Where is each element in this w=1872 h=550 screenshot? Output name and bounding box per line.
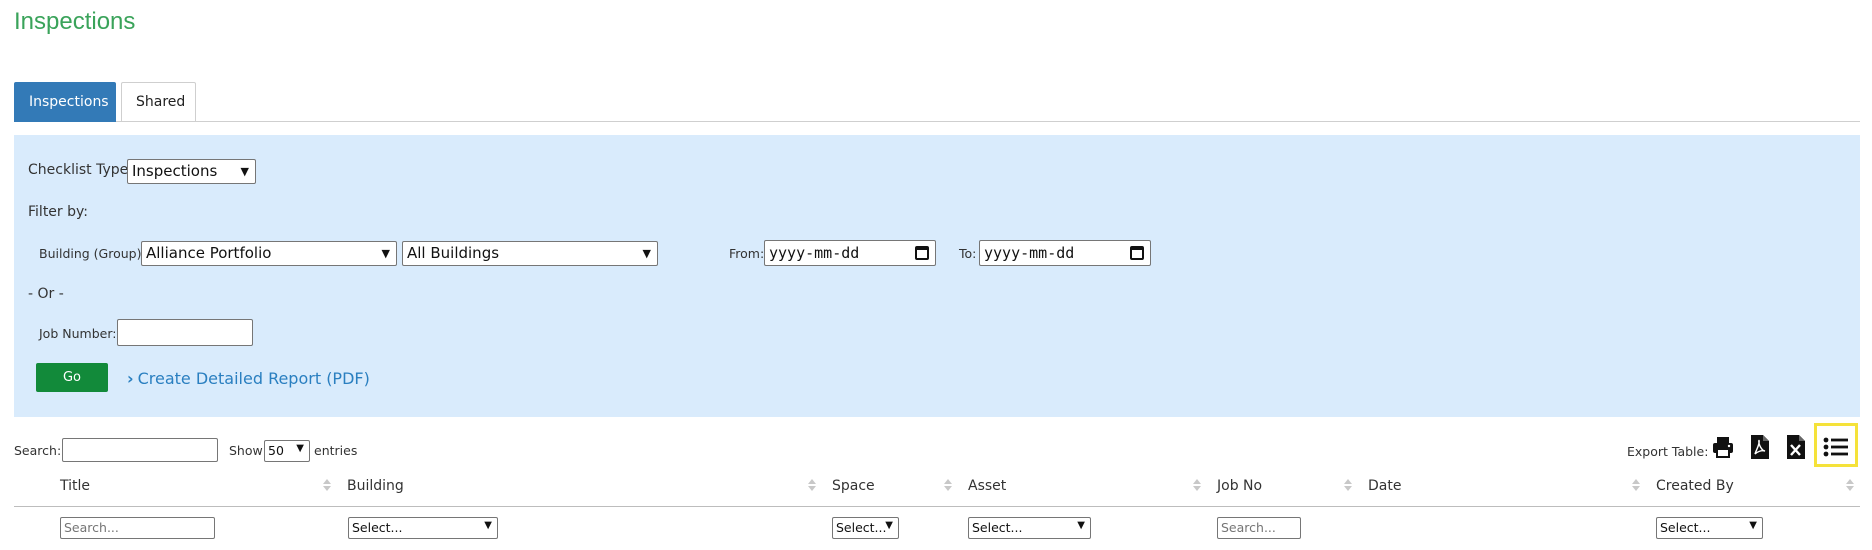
table-header-divider bbox=[14, 506, 1860, 507]
column-list-icon[interactable] bbox=[1823, 432, 1849, 462]
job-number-input[interactable] bbox=[117, 319, 253, 346]
show-label: Show bbox=[229, 443, 263, 458]
building-value: All Buildings bbox=[407, 244, 500, 262]
calendar-icon[interactable] bbox=[915, 246, 929, 260]
tab-bar: Inspections Shared bbox=[14, 82, 1860, 122]
asset-filter-value: Select... bbox=[972, 520, 1023, 535]
column-header-building[interactable]: Building bbox=[347, 478, 404, 494]
column-header-asset[interactable]: Asset bbox=[968, 478, 1006, 494]
building-select[interactable]: All Buildings ▼ bbox=[402, 241, 658, 266]
to-date-placeholder: yyyy-mm-dd bbox=[984, 244, 1075, 262]
table-search-input[interactable] bbox=[62, 438, 218, 462]
export-table-label: Export Table: bbox=[1627, 444, 1709, 459]
sort-icon[interactable] bbox=[1846, 478, 1854, 492]
tab-inspections[interactable]: Inspections bbox=[14, 82, 116, 122]
space-filter-select[interactable]: Select... ▼ bbox=[832, 517, 899, 539]
title-search-placeholder: Search... bbox=[64, 520, 119, 535]
space-filter-value: Select... bbox=[836, 520, 887, 535]
sort-icon[interactable] bbox=[944, 478, 952, 492]
calendar-icon[interactable] bbox=[1130, 246, 1144, 260]
go-button[interactable]: Go bbox=[36, 363, 108, 392]
from-date-placeholder: yyyy-mm-dd bbox=[769, 244, 860, 262]
chevron-down-icon: ▼ bbox=[381, 247, 390, 260]
asset-filter-select[interactable]: Select... ▼ bbox=[968, 517, 1091, 539]
column-header-created-by[interactable]: Created By bbox=[1656, 478, 1734, 494]
table-search-label: Search: bbox=[14, 443, 62, 458]
create-report-link[interactable]: › Create Detailed Report (PDF) bbox=[127, 369, 370, 388]
tab-shared[interactable]: Shared bbox=[121, 82, 196, 122]
entries-select[interactable]: 50 ▼ bbox=[264, 440, 310, 462]
checklist-type-select[interactable]: Inspections ▼ bbox=[127, 159, 256, 184]
column-header-date[interactable]: Date bbox=[1368, 478, 1401, 494]
building-group-value: Alliance Portfolio bbox=[146, 244, 272, 262]
to-label: To: bbox=[959, 246, 977, 261]
chevron-down-icon: ▼ bbox=[1749, 520, 1757, 531]
building-group-select[interactable]: Alliance Portfolio ▼ bbox=[141, 241, 397, 266]
sort-icon[interactable] bbox=[1632, 478, 1640, 492]
building-filter-value: Select... bbox=[352, 520, 403, 535]
or-label: - Or - bbox=[28, 286, 64, 302]
created-by-filter-value: Select... bbox=[1660, 520, 1711, 535]
to-date-input[interactable]: yyyy-mm-dd bbox=[979, 240, 1151, 266]
building-filter-select[interactable]: Select... ▼ bbox=[348, 517, 498, 539]
from-label: From: bbox=[729, 246, 765, 261]
from-date-input[interactable]: yyyy-mm-dd bbox=[764, 240, 936, 266]
page-title: Inspections bbox=[14, 8, 136, 35]
building-group-label: Building (Group): bbox=[39, 246, 146, 261]
checklist-type-value: Inspections bbox=[132, 162, 218, 180]
filter-by-label: Filter by: bbox=[28, 204, 88, 220]
sort-icon[interactable] bbox=[1193, 478, 1201, 492]
pdf-icon[interactable] bbox=[1747, 432, 1773, 462]
job-number-label: Job Number: bbox=[39, 326, 117, 341]
column-header-title[interactable]: Title bbox=[60, 478, 90, 494]
job-no-search-placeholder: Search... bbox=[1221, 520, 1276, 535]
sort-icon[interactable] bbox=[1344, 478, 1352, 492]
filter-panel: Checklist Type: Inspections ▼ Filter by:… bbox=[14, 135, 1860, 417]
excel-icon[interactable] bbox=[1783, 432, 1809, 462]
chevron-right-icon: › bbox=[127, 369, 134, 388]
sort-icon[interactable] bbox=[808, 478, 816, 492]
job-no-search-input[interactable]: Search... bbox=[1217, 517, 1301, 539]
chevron-down-icon: ▼ bbox=[642, 247, 651, 260]
create-report-link-label: Create Detailed Report (PDF) bbox=[137, 369, 370, 388]
chevron-down-icon: ▼ bbox=[240, 165, 249, 178]
column-header-space[interactable]: Space bbox=[832, 478, 875, 494]
created-by-filter-select[interactable]: Select... ▼ bbox=[1656, 517, 1763, 539]
chevron-down-icon: ▼ bbox=[1077, 520, 1085, 531]
print-icon[interactable] bbox=[1710, 432, 1736, 462]
column-header-job-no[interactable]: Job No bbox=[1217, 478, 1262, 494]
entries-value: 50 bbox=[268, 443, 284, 458]
sort-icon[interactable] bbox=[323, 478, 331, 492]
chevron-down-icon: ▼ bbox=[296, 443, 304, 454]
checklist-type-label: Checklist Type: bbox=[28, 162, 133, 178]
title-search-input[interactable]: Search... bbox=[60, 517, 215, 539]
chevron-down-icon: ▼ bbox=[484, 520, 492, 531]
entries-label: entries bbox=[314, 443, 358, 458]
chevron-down-icon: ▼ bbox=[885, 520, 893, 531]
